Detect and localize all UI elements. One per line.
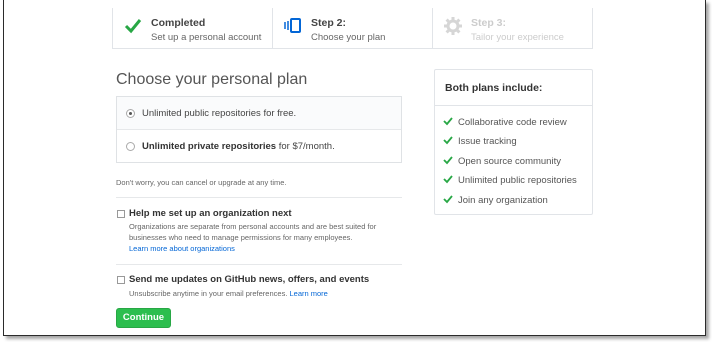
- check-icon: [443, 155, 453, 165]
- include-item-label: Collaborative code review: [458, 117, 567, 128]
- include-item: Unlimited public repositories: [443, 174, 577, 186]
- include-item-label: Issue tracking: [458, 136, 517, 147]
- plan-options: Unlimited public repositories for free. …: [116, 96, 402, 163]
- plan-option-price: for $7/month.: [276, 141, 335, 152]
- plan-option-private[interactable]: Unlimited private repositories for $7/mo…: [117, 130, 401, 163]
- plans-include-panel: Both plans include: Collaborative code r…: [434, 69, 593, 215]
- page-title: Choose your personal plan: [116, 71, 308, 88]
- org-help-text: Organizations are separate from personal…: [129, 221, 399, 254]
- include-item: Collaborative code review: [443, 116, 567, 128]
- panel-title: Both plans include:: [435, 70, 592, 106]
- org-checkbox-label[interactable]: Help me set up an organization next: [129, 208, 292, 219]
- check-icon: [443, 116, 453, 126]
- step-current: Step 2: Choose your plan: [273, 8, 433, 48]
- step-title: Step 2:: [311, 17, 347, 29]
- cancel-note: Don't worry, you can cancel or upgrade a…: [116, 178, 287, 187]
- plan-option-bold: Unlimited private repositories: [142, 141, 277, 152]
- include-item: Join any organization: [443, 194, 548, 206]
- updates-checkbox-label[interactable]: Send me updates on GitHub news, offers, …: [129, 274, 369, 285]
- plan-option-label: Unlimited public repositories for free.: [142, 108, 297, 119]
- updates-checkbox[interactable]: [117, 276, 125, 284]
- step-next: Step 3: Tailor your experience: [433, 8, 592, 48]
- include-item-label: Join any organization: [458, 195, 548, 206]
- plan-option-label: Unlimited private repositories for $7/mo…: [142, 141, 335, 152]
- include-item: Issue tracking: [443, 135, 517, 147]
- include-item-label: Open source community: [458, 156, 561, 167]
- updates-help-description: Unsubscribe anytime in your email prefer…: [129, 289, 288, 298]
- check-icon: [443, 174, 453, 184]
- divider: [116, 264, 402, 265]
- updates-learn-more-link[interactable]: Learn more: [290, 289, 328, 298]
- check-icon: [123, 16, 143, 36]
- updates-help-text: Unsubscribe anytime in your email prefer…: [129, 288, 399, 299]
- check-icon: [443, 194, 453, 204]
- plan-icon: [283, 16, 303, 36]
- continue-button[interactable]: Continue: [116, 308, 171, 328]
- page-frame: Completed Set up a personal account Step…: [3, 0, 706, 336]
- org-help-description: Organizations are separate from personal…: [129, 222, 377, 242]
- org-checkbox[interactable]: [117, 210, 125, 218]
- plan-radio-private[interactable]: [126, 142, 135, 151]
- include-item-label: Unlimited public repositories: [458, 175, 577, 186]
- plan-radio-free[interactable]: [126, 109, 135, 118]
- step-subtitle: Choose your plan: [311, 32, 386, 43]
- step-completed: Completed Set up a personal account: [113, 8, 273, 48]
- step-subtitle: Tailor your experience: [471, 32, 564, 43]
- include-item: Open source community: [443, 155, 561, 167]
- org-learn-more-link[interactable]: Learn more about organizations: [129, 244, 235, 253]
- gear-icon: [443, 16, 463, 36]
- plan-option-free[interactable]: Unlimited public repositories for free.: [117, 97, 401, 130]
- step-title: Completed: [151, 17, 206, 29]
- signup-steps: Completed Set up a personal account Step…: [112, 8, 593, 49]
- step-title: Step 3:: [471, 17, 507, 29]
- divider: [116, 197, 402, 198]
- check-icon: [443, 135, 453, 145]
- step-subtitle: Set up a personal account: [151, 32, 262, 43]
